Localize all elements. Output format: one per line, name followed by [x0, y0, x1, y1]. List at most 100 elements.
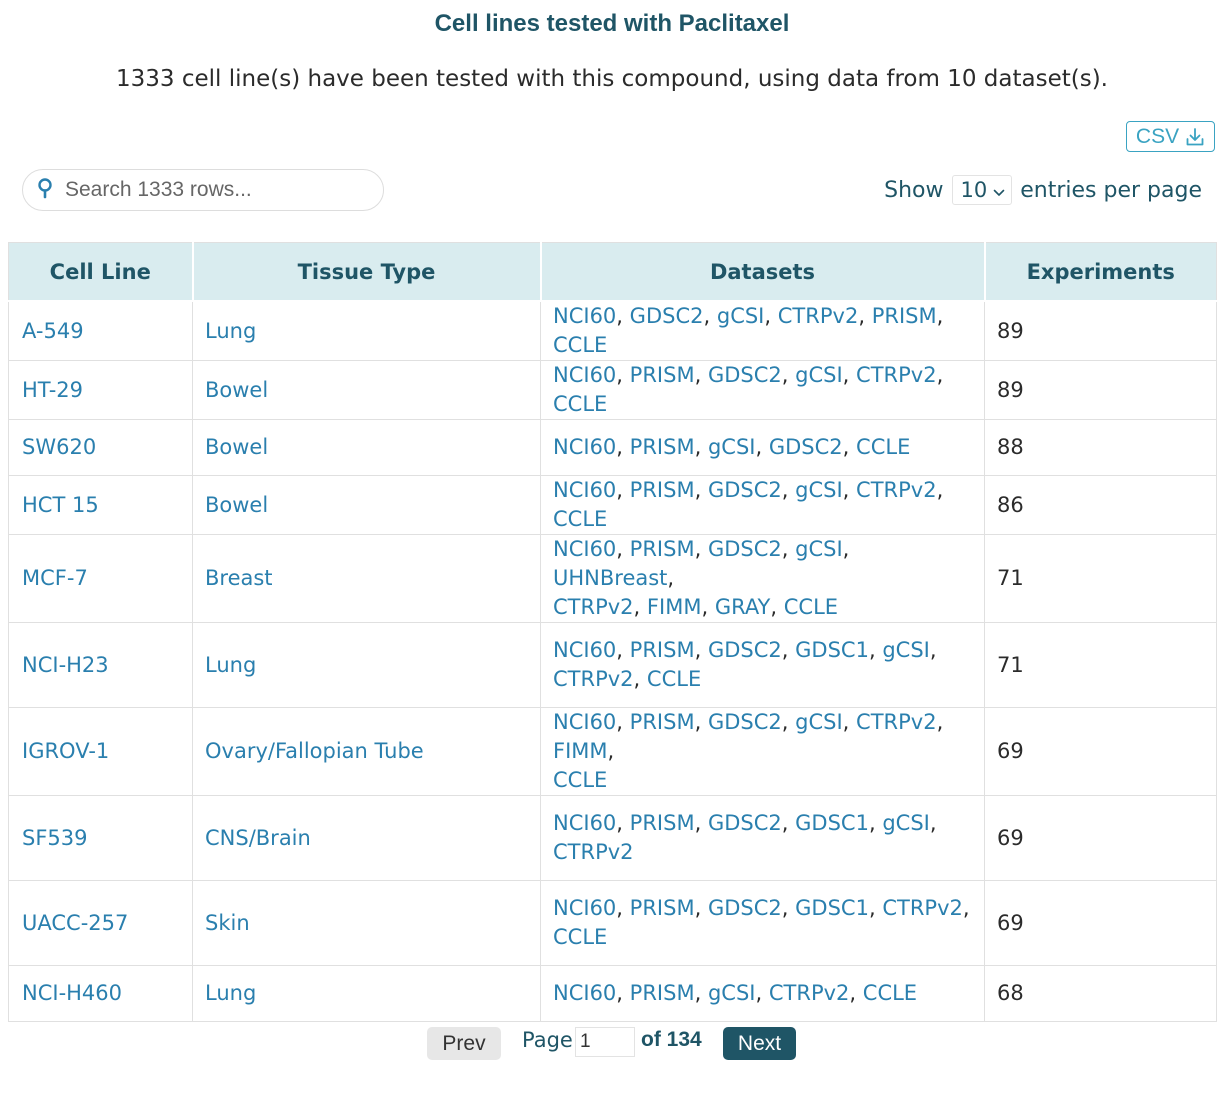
dataset-link[interactable]: CTRPv2	[553, 595, 634, 619]
dataset-link[interactable]: UHNBreast	[553, 566, 667, 590]
prev-page-button[interactable]: Prev	[427, 1027, 501, 1060]
csv-download-button[interactable]: CSV	[1126, 121, 1215, 152]
dataset-link[interactable]: PRISM	[630, 811, 695, 835]
dataset-link[interactable]: CTRPv2	[553, 667, 634, 691]
cell-line-link[interactable]: SF539	[22, 826, 88, 850]
dataset-link[interactable]: CCLE	[863, 981, 917, 1005]
dataset-link[interactable]: GDSC2	[708, 638, 782, 662]
dataset-link[interactable]: CTRPv2	[553, 840, 634, 864]
tissue-type-link[interactable]: Bowel	[205, 435, 268, 459]
dataset-link[interactable]: GDSC2	[708, 478, 782, 502]
dataset-link[interactable]: PRISM	[872, 304, 937, 328]
dataset-link[interactable]: GRAY	[715, 595, 771, 619]
dataset-link[interactable]: gCSI	[795, 537, 843, 561]
tissue-type-link[interactable]: Lung	[205, 653, 256, 677]
dataset-link[interactable]: GDSC2	[708, 811, 782, 835]
dataset-link[interactable]: PRISM	[630, 638, 695, 662]
dataset-link[interactable]: PRISM	[630, 710, 695, 734]
dataset-link[interactable]: CTRPv2	[856, 478, 937, 502]
cell-line-link[interactable]: SW620	[22, 435, 96, 459]
next-page-button[interactable]: Next	[723, 1027, 796, 1060]
dataset-link[interactable]: CTRPv2	[882, 896, 963, 920]
dataset-link[interactable]: GDSC1	[795, 811, 869, 835]
column-header-tissue-type[interactable]: Tissue Type	[191, 242, 542, 302]
dataset-link[interactable]: FIMM	[553, 739, 608, 763]
dataset-link[interactable]: PRISM	[630, 896, 695, 920]
tissue-type-link[interactable]: Breast	[205, 566, 273, 590]
dataset-link[interactable]: NCI60	[553, 537, 616, 561]
entries-select[interactable]: 10	[951, 175, 1013, 205]
table-row: UACC-257 Skin NCI60, PRISM, GDSC2, GDSC1, …	[8, 880, 1217, 966]
cell-line-link[interactable]: MCF-7	[22, 566, 88, 590]
tissue-type-link[interactable]: Skin	[205, 911, 250, 935]
dataset-link[interactable]: NCI60	[553, 811, 616, 835]
dataset-link[interactable]: NCI60	[553, 638, 616, 662]
dataset-link[interactable]: gCSI	[795, 478, 843, 502]
cell-line-cell: A-549	[8, 300, 193, 361]
dataset-link[interactable]: PRISM	[630, 537, 695, 561]
dataset-link[interactable]: gCSI	[882, 638, 930, 662]
dataset-link[interactable]: GDSC2	[708, 363, 782, 387]
cell-line-link[interactable]: IGROV-1	[22, 739, 109, 763]
cell-line-link[interactable]: NCI-H460	[22, 981, 122, 1005]
dataset-link[interactable]: PRISM	[630, 478, 695, 502]
dataset-link[interactable]: gCSI	[795, 363, 843, 387]
dataset-link[interactable]: GDSC1	[795, 896, 869, 920]
show-label: Show	[884, 177, 944, 203]
dataset-link[interactable]: gCSI	[795, 710, 843, 734]
tissue-type-link[interactable]: Bowel	[205, 493, 268, 517]
column-header-datasets[interactable]: Datasets	[539, 242, 986, 302]
dataset-link[interactable]: CCLE	[553, 925, 607, 949]
datasets-cell: NCI60, PRISM, GDSC2, gCSI, UHNBreast, CTR…	[540, 534, 985, 623]
dataset-link[interactable]: CCLE	[784, 595, 838, 619]
search-input[interactable]	[63, 177, 367, 203]
tissue-type-link[interactable]: Bowel	[205, 378, 268, 402]
dataset-link[interactable]: NCI60	[553, 363, 616, 387]
tissue-type-link[interactable]: Lung	[205, 981, 256, 1005]
dataset-link[interactable]: CCLE	[553, 333, 607, 357]
cell-line-link[interactable]: HT-29	[22, 378, 83, 402]
cell-line-link[interactable]: HCT 15	[22, 493, 99, 517]
tissue-type-cell: Breast	[192, 534, 541, 623]
dataset-link[interactable]: NCI60	[553, 478, 616, 502]
dataset-link[interactable]: GDSC2	[708, 896, 782, 920]
dataset-link[interactable]: FIMM	[647, 595, 702, 619]
dataset-link[interactable]: NCI60	[553, 304, 616, 328]
dataset-link[interactable]: gCSI	[708, 981, 756, 1005]
dataset-link[interactable]: gCSI	[717, 304, 765, 328]
dataset-link[interactable]: GDSC2	[708, 537, 782, 561]
dataset-link[interactable]: CCLE	[553, 768, 607, 792]
dataset-link[interactable]: GDSC2	[769, 435, 843, 459]
page-number-input[interactable]	[575, 1027, 635, 1057]
dataset-link[interactable]: PRISM	[630, 981, 695, 1005]
dataset-link[interactable]: PRISM	[630, 363, 695, 387]
dataset-link[interactable]: CTRPv2	[769, 981, 850, 1005]
dataset-link[interactable]: CCLE	[856, 435, 910, 459]
dataset-link[interactable]: CTRPv2	[856, 363, 937, 387]
tissue-type-link[interactable]: Lung	[205, 319, 256, 343]
tissue-type-link[interactable]: Ovary/Fallopian Tube	[205, 739, 424, 763]
column-header-experiments[interactable]: Experiments	[983, 242, 1217, 302]
dataset-link[interactable]: GDSC2	[708, 710, 782, 734]
dataset-link[interactable]: CTRPv2	[778, 304, 859, 328]
dataset-link[interactable]: CCLE	[553, 392, 607, 416]
dataset-link[interactable]: gCSI	[708, 435, 756, 459]
dataset-link[interactable]: GDSC2	[630, 304, 704, 328]
dataset-link[interactable]: NCI60	[553, 896, 616, 920]
dataset-link[interactable]: NCI60	[553, 435, 616, 459]
dataset-link[interactable]: GDSC1	[795, 638, 869, 662]
cell-line-link[interactable]: A-549	[22, 319, 84, 343]
datasets-cell: NCI60, PRISM, GDSC2, GDSC1, gCSI, CTRPv2	[540, 795, 985, 881]
dataset-link[interactable]: CCLE	[647, 667, 701, 691]
dataset-link[interactable]: NCI60	[553, 981, 616, 1005]
cell-line-link[interactable]: NCI-H23	[22, 653, 109, 677]
dataset-link[interactable]: NCI60	[553, 710, 616, 734]
dataset-link[interactable]: CTRPv2	[856, 710, 937, 734]
dataset-link[interactable]: gCSI	[882, 811, 930, 835]
dataset-link[interactable]: PRISM	[630, 435, 695, 459]
cell-line-link[interactable]: UACC-257	[22, 911, 128, 935]
column-header-cell-line[interactable]: Cell Line	[8, 242, 194, 302]
table-row: HT-29 Bowel NCI60, PRISM, GDSC2, gCSI, CTR…	[8, 360, 1217, 420]
dataset-link[interactable]: CCLE	[553, 507, 607, 531]
tissue-type-link[interactable]: CNS/Brain	[205, 826, 311, 850]
